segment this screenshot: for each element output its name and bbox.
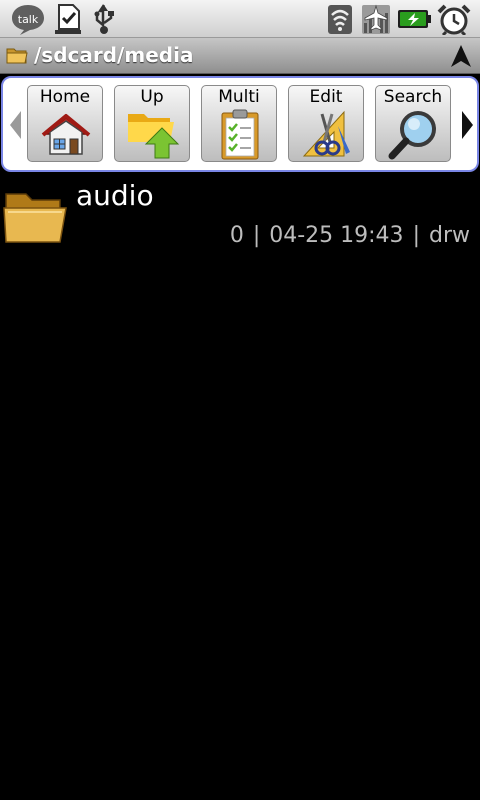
status-bar: talk [0, 0, 480, 38]
talk-label: talk [18, 13, 39, 26]
multi-button[interactable]: Multi [201, 85, 277, 162]
alarm-clock-icon [436, 3, 472, 35]
usb-icon [88, 3, 120, 35]
search-button[interactable]: Search [375, 85, 451, 162]
magnifier-icon [387, 108, 441, 160]
meta-separator: | [412, 223, 420, 248]
current-path: /sdcard/media [34, 43, 194, 67]
airplane-mode-icon [360, 3, 392, 35]
path-bar: /sdcard/media [0, 38, 480, 74]
chevron-left-icon[interactable] [8, 110, 22, 140]
folder-icon [6, 46, 28, 64]
multi-button-label: Multi [218, 87, 260, 107]
file-name: audio [76, 179, 154, 212]
house-icon [39, 108, 93, 160]
file-date: 04-25 19:43 [269, 223, 404, 248]
chevron-right-icon[interactable] [461, 110, 475, 140]
up-button[interactable]: Up [114, 85, 190, 162]
file-meta: 0 | 04-25 19:43 | drw [230, 222, 470, 250]
file-size: 0 [229, 223, 244, 248]
edit-tools-icon [300, 108, 354, 160]
battery-charging-icon [396, 3, 432, 35]
home-button[interactable]: Home [27, 85, 103, 162]
list-item[interactable]: audio 0 | 04-25 19:43 | drw [0, 176, 480, 256]
clipboard-checklist-icon [213, 108, 267, 160]
meta-separator: | [252, 223, 261, 248]
download-done-icon [52, 3, 84, 35]
arrow-up-icon[interactable] [450, 44, 472, 68]
search-button-label: Search [383, 87, 443, 107]
home-button-label: Home [39, 87, 91, 107]
edit-button-label: Edit [309, 87, 343, 107]
toolbar: Home Up Multi Edit Search [1, 76, 479, 172]
talk-icon: talk [10, 3, 46, 35]
folder-icon [2, 186, 68, 246]
folder-up-icon [126, 108, 180, 160]
file-permissions: drw [428, 223, 470, 248]
up-button-label: Up [140, 87, 164, 107]
edit-button[interactable]: Edit [288, 85, 364, 162]
wifi-icon [324, 3, 356, 35]
